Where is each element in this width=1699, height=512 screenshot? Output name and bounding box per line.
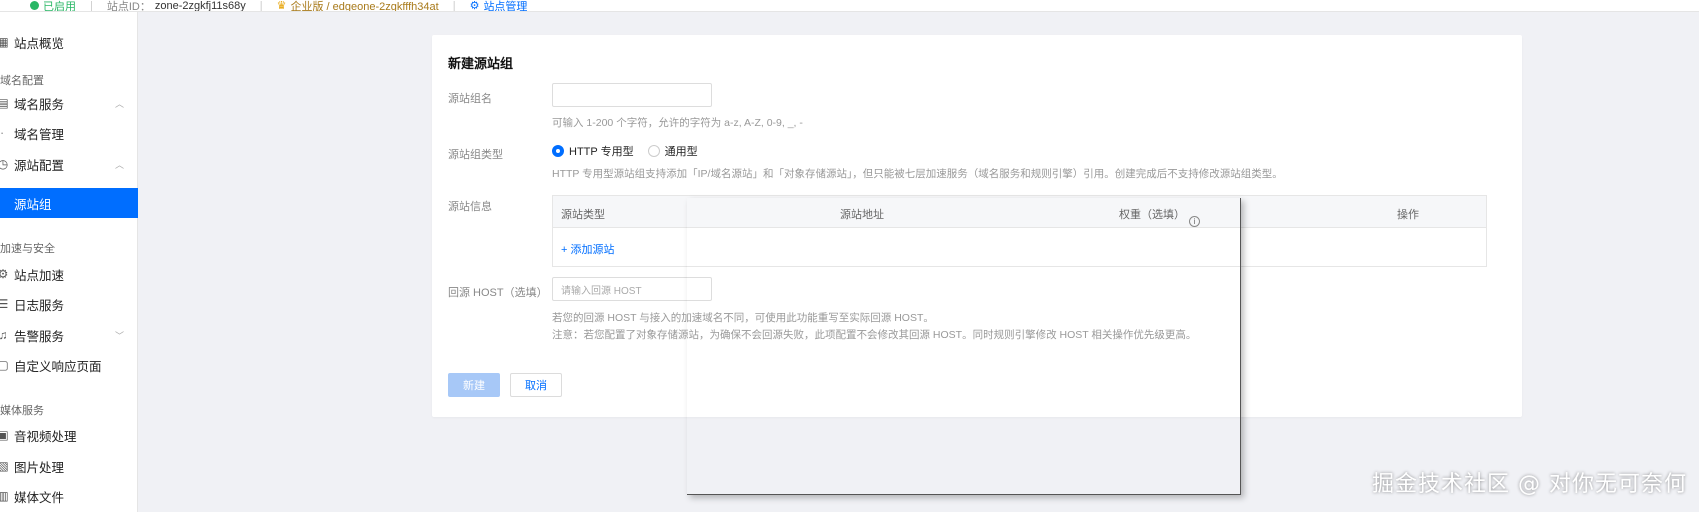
sidebar-item-media-files[interactable]: ▥ 媒体文件 (0, 481, 138, 511)
sidebar-group-domain: 域名配置 (0, 75, 44, 87)
sidebar-item-label: 媒体文件 (14, 490, 65, 505)
radio-general[interactable] (647, 145, 660, 157)
sidebar-item-domain-manage[interactable]: · 域名管理 (0, 118, 64, 148)
video-icon: ▣ (0, 428, 9, 442)
dashboard-icon: ▦ (0, 35, 9, 49)
sidebar-item-overview[interactable]: ▦ 站点概览 (0, 27, 138, 57)
host-label: 回源 HOST（选填） (448, 287, 548, 299)
sidebar-item-log-service[interactable]: ☰ 日志服务 (0, 289, 138, 319)
sidebar-item-domain-service[interactable]: ▤ 域名服务 ︿ (0, 88, 138, 118)
cancel-button[interactable]: 取消 (510, 373, 562, 397)
site-manage-label[interactable]: 站点管理 (483, 0, 527, 12)
sidebar-item-label: 日志服务 (14, 298, 65, 313)
sidebar-item-origin-group[interactable]: 源站组 (0, 188, 138, 218)
sidebar-item-custom-page[interactable]: ▢ 自定义响应页面 (0, 350, 138, 380)
table-header: 源站类型 源站地址 权重（选填） i 操作 (553, 196, 1486, 228)
image-icon: ▧ (0, 459, 9, 473)
sidebar-item-label: 图片处理 (14, 460, 65, 475)
gear-icon: ⚙ (469, 0, 480, 12)
site-id: 站点ID： zone-2zgkfj11s68y (106, 0, 246, 12)
crown-icon: ♛ (276, 0, 287, 12)
radio-label-general[interactable]: 通用型 (665, 143, 698, 159)
sidebar-item-origin-config[interactable]: ◷ 源站配置 ︿ (0, 149, 138, 179)
plan-text[interactable]: 企业版 / edgeone-2zgkfffh34at (291, 0, 439, 12)
sidebar-item-label: 域名管理 (14, 127, 65, 142)
column-header: 操作 (1397, 209, 1419, 221)
name-hint: 可输入 1-200 个字符，允许的字符为 a-z, A-Z, 0-9, _, - (552, 117, 803, 129)
sidebar-item-av-process[interactable]: ▣ 音视频处理 (0, 420, 138, 450)
type-label: 源站组类型 (448, 149, 503, 161)
sidebar-item-label: 域名服务 (14, 97, 65, 112)
chevron-up-icon: ︿ (114, 98, 124, 109)
domain-icon: ▤ (0, 96, 9, 110)
bell-icon: ♫ (0, 328, 8, 342)
folder-icon: ▥ (0, 489, 9, 503)
divider: | (259, 0, 263, 12)
sidebar-item-label: 源站配置 (14, 158, 65, 173)
watermark: 掘金技术社区 @ 对你无可奈何 (1372, 472, 1687, 497)
sidebar-item-label: 自定义响应页面 (14, 359, 102, 374)
site-manage-link[interactable]: ⚙ 站点管理 (469, 0, 528, 12)
site-status: 已启用 (30, 0, 76, 12)
sidebar-item-label: 音视频处理 (14, 429, 77, 444)
bullet-icon: · (0, 126, 5, 140)
sidebar-item-label: 源站组 (14, 197, 52, 212)
sidebar-group-security: 加速与安全 (0, 243, 55, 255)
name-label: 源站组名 (448, 93, 492, 105)
plan-info[interactable]: ♛ 企业版 / edgeone-2zgkfffh34at (276, 0, 439, 12)
column-header-weight: 权重（选填） i (1119, 206, 1200, 227)
sidebar-item-alarm-service[interactable]: ♫ 告警服务 ﹀ (0, 320, 138, 350)
divider: | (452, 0, 456, 12)
origin-table: 源站类型 源站地址 权重（选填） i 操作 + 添加源站 (552, 195, 1487, 267)
sidebar-item-label: 告警服务 (14, 329, 65, 344)
page-icon: ▢ (0, 358, 9, 372)
sidebar-item-label: 站点概览 (14, 36, 65, 51)
log-icon: ☰ (0, 297, 9, 311)
column-header: 源站类型 (561, 209, 605, 221)
chevron-up-icon: ︿ (114, 159, 124, 170)
radio-label-http[interactable]: HTTP 专用型 (569, 143, 634, 159)
site-id-value: zone-2zgkfj11s68y (154, 0, 246, 12)
divider: | (90, 0, 93, 12)
sidebar-item-site-accel[interactable]: ⚙ 站点加速 (0, 259, 138, 289)
chevron-down-icon: ﹀ (114, 330, 124, 341)
info-icon[interactable]: i (1189, 216, 1200, 227)
site-id-label: 站点ID： (106, 0, 151, 12)
radio-http-dedicated[interactable] (552, 145, 564, 157)
settings-icon: ⚙ (0, 267, 9, 281)
origin-host-input[interactable]: 请输入回源 HOST (552, 277, 712, 301)
new-origin-group-card: 新建源站组 源站组名 可输入 1-200 个字符，允许的字符为 a-z, A-Z… (432, 35, 1522, 417)
top-bar: 已启用 | 站点ID： zone-2zgkfj11s68y | ♛ 企业版 / … (0, 0, 1699, 12)
page-title: 新建源站组 (448, 56, 514, 71)
check-icon (30, 1, 39, 10)
column-header: 源站地址 (840, 209, 884, 221)
origin-group-name-input[interactable] (552, 83, 712, 107)
sidebar-item-image-process[interactable]: ▧ 图片处理 (0, 451, 138, 481)
sidebar: ▦ 站点概览 域名配置 ▤ 域名服务 ︿ · 域名管理 ◷ 源站配置 ︿ 源站组… (0, 12, 138, 512)
clock-icon: ◷ (0, 157, 9, 171)
type-hint: HTTP 专用型源站组支持添加「IP/域名源站」和「对象存储源站」，但只能被七层… (552, 168, 1283, 180)
status-text: 已启用 (43, 0, 76, 12)
column-header: 权重（选填） (1119, 209, 1185, 221)
sidebar-item-label: 站点加速 (14, 268, 65, 283)
origin-info-label: 源站信息 (448, 201, 492, 213)
type-radio-group: HTTP 专用型 通用型 (552, 143, 712, 159)
sidebar-group-media: 媒体服务 (0, 405, 44, 417)
add-origin-button[interactable]: + 添加源站 (561, 241, 614, 257)
host-hint-1: 若您的回源 HOST 与接入的加速域名不同，可使用此功能重写至实际回源 HOST… (552, 312, 934, 324)
host-hint-2: 注意：若您配置了对象存储源站，为确保不会回源失败，此项配置不会修改其回源 HOS… (552, 329, 1197, 341)
create-button[interactable]: 新建 (448, 373, 500, 397)
